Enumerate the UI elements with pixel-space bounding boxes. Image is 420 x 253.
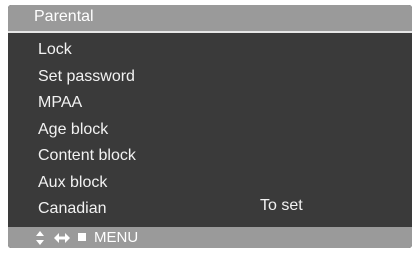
left-right-arrow-icon	[54, 233, 70, 243]
navigation-hint-bar: MENU	[8, 227, 412, 248]
menu-item-aux-block[interactable]: Aux block	[38, 170, 136, 197]
menu-item-canadian[interactable]: Canadian	[38, 196, 136, 223]
menu-button-label: MENU	[94, 229, 139, 246]
menu-item-lock[interactable]: Lock	[38, 37, 136, 64]
stop-square-icon	[78, 233, 86, 241]
title-bar: Parental	[8, 5, 412, 31]
menu-title: Parental	[34, 8, 94, 25]
menu-item-age-block[interactable]: Age block	[38, 117, 136, 144]
up-down-arrow-icon	[36, 231, 44, 245]
menu-list: Lock Set password MPAA Age block Content…	[38, 37, 136, 223]
menu-item-content-block[interactable]: Content block	[38, 143, 136, 170]
osd-menu-panel: Parental Lock Set password MPAA Age bloc…	[8, 5, 412, 248]
menu-item-mpaa[interactable]: MPAA	[38, 90, 136, 117]
menu-item-set-password[interactable]: Set password	[38, 64, 136, 91]
title-divider	[8, 31, 412, 33]
selected-item-value: To set	[260, 197, 303, 214]
